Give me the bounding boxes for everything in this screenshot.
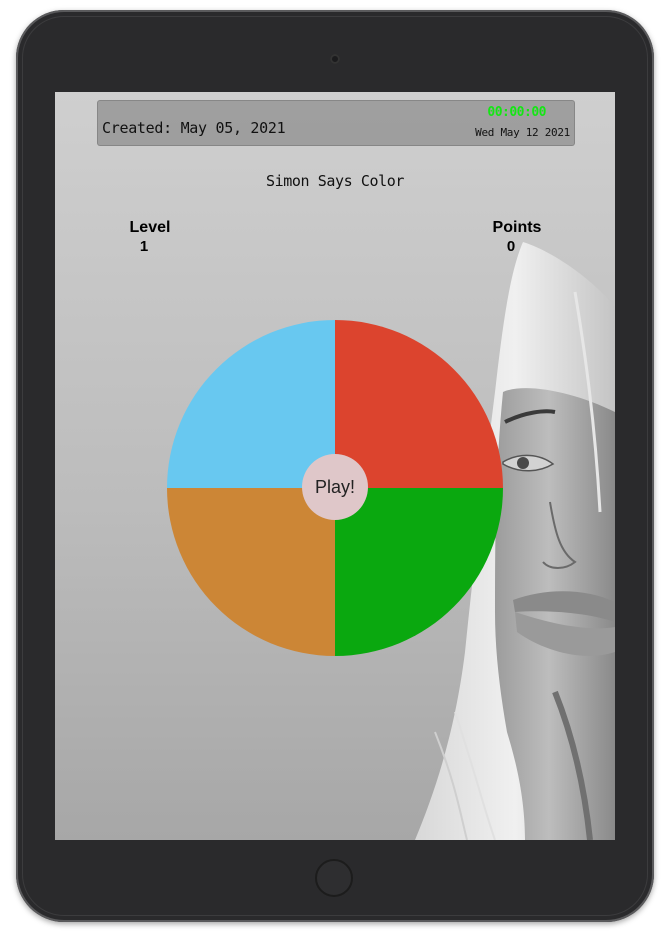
level-value: 1 — [139, 238, 149, 255]
red-quadrant[interactable] — [335, 320, 503, 488]
created-date: Created: May 05, 2021 — [102, 119, 286, 137]
game-title: Simon Says Color — [265, 172, 405, 190]
game-screen: Created: May 05, 2021 00:00:00 Wed May 1… — [55, 92, 615, 840]
header-bar: Created: May 05, 2021 00:00:00 Wed May 1… — [97, 100, 575, 146]
green-quadrant[interactable] — [335, 488, 503, 656]
level-display: Level 1 — [121, 219, 179, 255]
points-value: 0 — [506, 238, 516, 255]
camera-icon — [330, 54, 340, 64]
current-date: Wed May 12 2021 — [475, 126, 570, 139]
orange-quadrant[interactable] — [167, 488, 335, 656]
play-button[interactable]: Play! — [302, 454, 368, 520]
home-button[interactable] — [315, 859, 353, 897]
digital-clock: 00:00:00 — [487, 105, 546, 120]
blue-quadrant[interactable] — [167, 320, 335, 488]
points-display: Points 0 — [485, 219, 549, 255]
points-label: Points — [492, 219, 542, 236]
level-label: Level — [129, 219, 171, 236]
